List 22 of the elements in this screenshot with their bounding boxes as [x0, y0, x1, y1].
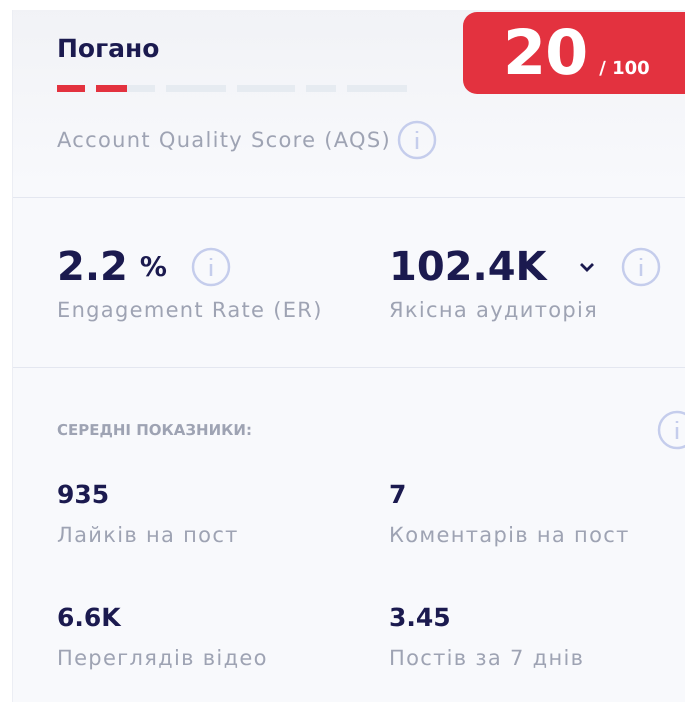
metric-value: 2.2 — [57, 244, 128, 290]
section-title: СЕРЕДНІ ПОКАЗНИКИ: — [57, 421, 252, 439]
score-max: / 100 — [599, 58, 650, 79]
average-label: Переглядів відео — [57, 646, 269, 670]
info-icon[interactable] — [620, 247, 661, 287]
average-value: 6.6K — [57, 603, 122, 632]
average-label: Постів за 7 днів — [389, 646, 586, 670]
info-icon[interactable] — [190, 247, 231, 287]
aqs-label: Account Quality Score (AQS) — [57, 128, 392, 152]
metric-label: Якісна аудиторія — [389, 298, 600, 322]
average-value: 3.45 — [389, 603, 452, 632]
average-value: 7 — [389, 480, 408, 509]
info-icon[interactable] — [397, 120, 438, 160]
metric-unit: % — [140, 252, 167, 282]
average-label: Коментарів на пост — [389, 523, 631, 547]
metric-value: 102.4K — [389, 244, 547, 290]
rating-label: Погано — [57, 34, 160, 63]
average-label: Лайків на пост — [57, 523, 240, 547]
info-icon[interactable] — [657, 410, 685, 450]
metric-label: Engagement Rate (ER) — [57, 298, 324, 322]
average-value: 935 — [57, 480, 110, 509]
score-value: 20 — [503, 15, 588, 91]
